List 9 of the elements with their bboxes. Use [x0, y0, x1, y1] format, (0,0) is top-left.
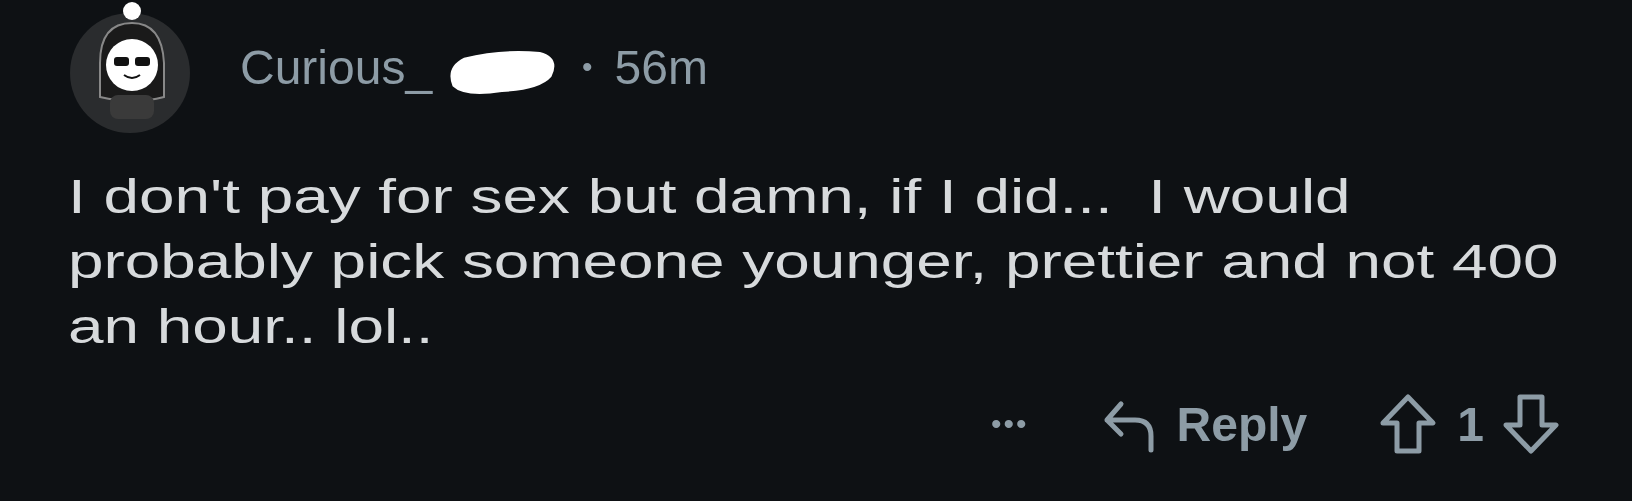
upvote-icon[interactable]: [1379, 393, 1438, 455]
username[interactable]: Curious_: [240, 39, 433, 95]
vote-count: 1: [1457, 396, 1484, 452]
more-options-button[interactable]: •••: [991, 407, 1029, 441]
separator-dot: •: [582, 50, 593, 84]
timestamp: 56m: [614, 39, 708, 95]
downvote-icon[interactable]: [1502, 393, 1560, 455]
comment-text: I don't pay for sex but damn, if I did... I would probably pick someone younger, prettier and not 400 an hour.. lol..: [68, 169, 1560, 355]
reply-button[interactable]: Reply: [1100, 394, 1308, 454]
